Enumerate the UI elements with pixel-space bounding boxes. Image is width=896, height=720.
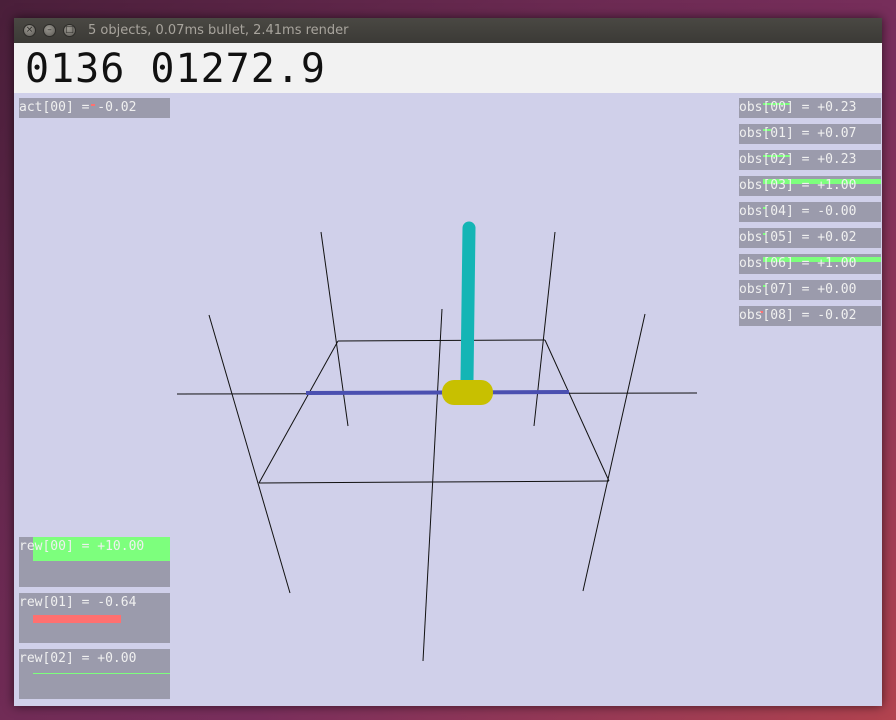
observation-panel: obs[03] = +1.00 <box>739 176 881 196</box>
observation-label: obs[05] = +0.02 <box>739 230 857 245</box>
counter-text: 0136 01272.9 <box>25 46 326 92</box>
reward-panel: rew[00] = +10.00 <box>19 537 170 587</box>
close-window-icon[interactable]: × <box>23 24 36 37</box>
window-title: 5 objects, 0.07ms bullet, 2.41ms render <box>88 23 349 38</box>
minimize-window-icon[interactable]: – <box>43 24 56 37</box>
observation-label: obs[06] = +1.00 <box>739 256 857 271</box>
observation-panel: obs[00] = +0.23 <box>739 98 881 118</box>
observation-label: obs[03] = +1.00 <box>739 178 857 193</box>
reward-bar <box>33 673 170 674</box>
reward-panel: rew[02] = +0.00 <box>19 649 170 699</box>
observation-panel: obs[06] = +1.00 <box>739 254 881 274</box>
reward-label: rew[00] = +10.00 <box>19 539 145 554</box>
window-titlebar[interactable]: × – □ 5 objects, 0.07ms bullet, 2.41ms r… <box>14 18 882 43</box>
observation-panel: obs[08] = -0.02 <box>739 306 881 326</box>
observation-label: obs[02] = +0.23 <box>739 152 857 167</box>
observation-label: obs[04] = -0.00 <box>739 204 857 219</box>
observation-panel: obs[01] = +0.07 <box>739 124 881 144</box>
scene-grid-lines <box>176 231 698 662</box>
reward-panel: rew[01] = -0.64 <box>19 593 170 643</box>
action-panel: act[00] = -0.02 <box>19 98 170 118</box>
step-score-counter: 0136 01272.9 <box>14 43 882 93</box>
render-window: × – □ 5 objects, 0.07ms bullet, 2.41ms r… <box>14 18 882 706</box>
action-label: act[00] = -0.02 <box>19 100 137 115</box>
observation-panel: obs[07] = +0.00 <box>739 280 881 300</box>
observation-panel: obs[02] = +0.23 <box>739 150 881 170</box>
observation-label: obs[00] = +0.23 <box>739 100 857 115</box>
cart-rail <box>305 390 570 395</box>
reward-label: rew[02] = +0.00 <box>19 651 137 666</box>
observation-label: obs[01] = +0.07 <box>739 126 857 141</box>
reward-bar <box>33 615 121 623</box>
reward-label: rew[01] = -0.64 <box>19 595 137 610</box>
maximize-window-icon[interactable]: □ <box>63 24 76 37</box>
pole <box>460 221 476 387</box>
cart-body <box>442 380 493 405</box>
observation-label: obs[08] = -0.02 <box>739 308 857 323</box>
observation-panel: obs[04] = -0.00 <box>739 202 881 222</box>
observation-panel: obs[05] = +0.02 <box>739 228 881 248</box>
observation-label: obs[07] = +0.00 <box>739 282 857 297</box>
simulation-canvas[interactable]: act[00] = -0.02 obs[00] = +0.23 obs[01] =… <box>14 93 882 706</box>
